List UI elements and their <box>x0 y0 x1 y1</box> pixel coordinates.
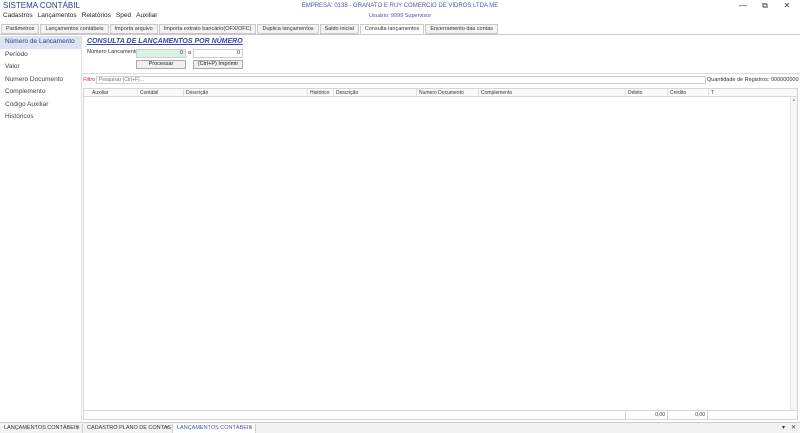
close-tab-icon[interactable]: × <box>76 424 79 433</box>
col-historico[interactable]: Histórico <box>307 89 333 97</box>
close-tab-icon[interactable]: × <box>249 424 252 433</box>
col-contabil[interactable]: Contábil <box>137 89 183 97</box>
numero-from-input[interactable]: 0 <box>136 49 186 58</box>
sidebar-item-periodo[interactable]: Período <box>0 49 81 62</box>
tab-parametros[interactable]: Parâmetros <box>1 24 40 34</box>
sidebar-item-codigo-auxiliar[interactable]: Código Auxiliar <box>0 99 81 112</box>
bottom-tab-label: LANÇAMENTOS CONTÁBEIS <box>177 425 253 431</box>
process-button[interactable]: Processar <box>136 60 186 69</box>
numero-to-input[interactable]: 0 <box>193 49 243 58</box>
bottom-tab-bar: LANÇAMENTOS CONTÁBEIS × CADASTRO PLANO D… <box>0 422 800 433</box>
menu-relatorios[interactable]: Relatórios <box>82 12 111 19</box>
range-separator: a <box>188 50 192 56</box>
grid-header: Auxiliar Contábil Descrição Histórico De… <box>84 89 797 97</box>
print-button[interactable]: (Ctrl+P) Imprimir <box>193 60 243 69</box>
close-tab-icon[interactable]: × <box>166 424 169 433</box>
restore-icon[interactable]: ⧉ <box>760 1 770 11</box>
sidebar-item-historicos[interactable]: Históricos <box>0 111 81 124</box>
tab-consulta-lancamentos[interactable]: Consulta lançamentos <box>359 24 425 34</box>
company-name: EMPRESA: 0138 - GRANATO E RUY COMERCIO D… <box>301 3 499 9</box>
menu-cadastros[interactable]: Cadastros <box>3 12 33 19</box>
bottom-tab-label: CADASTRO PLANO DE CONTAS <box>87 425 171 431</box>
menu-auxiliar[interactable]: Auxiliar <box>136 12 157 19</box>
total-debit: 0,00 <box>625 411 667 419</box>
col-descricao-historico[interactable]: Descrição <box>333 89 416 97</box>
tab-saldo-inicial[interactable]: Saldo inicial <box>319 24 359 34</box>
results-grid[interactable]: Auxiliar Contábil Descrição Histórico De… <box>83 88 798 420</box>
sidebar-item-complemento[interactable]: Complemento <box>0 86 81 99</box>
sidebar-item-numero-documento[interactable]: Numero Documento <box>0 74 81 87</box>
title-bar: SISTEMA CONTÁBIL EMPRESA: 0138 - GRANATO… <box>0 0 800 11</box>
sidebar-item-valor[interactable]: Valor <box>0 61 81 74</box>
sidebar: Número de Lancamento Período Valor Numer… <box>0 36 82 421</box>
tabs-divider <box>0 34 800 35</box>
col-credito[interactable]: Crédito <box>667 89 708 97</box>
tab-duplica-lancamentos[interactable]: Duplica lançamentos <box>257 24 319 34</box>
filter-input[interactable] <box>96 76 706 84</box>
bottom-tab-lancamentos-1[interactable]: LANÇAMENTOS CONTÁBEIS × <box>0 424 83 433</box>
grid-totals-row: 0,00 0,00 <box>84 410 797 419</box>
col-complemento[interactable]: Complemento <box>478 89 625 97</box>
numero-lancamento-label: Número Lancamento: <box>87 49 140 55</box>
bottom-controls: ▾ ✕ <box>782 424 796 433</box>
tab-importa-arquivo[interactable]: Importa arquivo <box>109 24 158 34</box>
col-descricao-conta[interactable]: Descrição <box>183 89 307 97</box>
bottom-tab-label: LANÇAMENTOS CONTÁBEIS <box>4 425 80 431</box>
col-auxiliar[interactable]: Auxiliar <box>90 89 137 97</box>
tab-lancamentos-contabeis[interactable]: Lançamentos contábeis <box>40 24 109 34</box>
col-tipo[interactable]: T <box>708 89 792 97</box>
tab-encerramento-contas[interactable]: Encerramento das contas <box>425 24 499 34</box>
menu-sped[interactable]: Sped <box>116 12 131 19</box>
window-controls: — ⧉ ✕ <box>738 1 792 11</box>
record-count-label: Quantidade de Registros: <box>707 77 770 83</box>
vertical-scrollbar[interactable]: ▲ <box>790 97 797 411</box>
close-icon[interactable]: ✕ <box>791 424 796 433</box>
total-credit: 0,00 <box>667 411 708 419</box>
tab-strip: Parâmetros Lançamentos contábeis Importa… <box>1 24 499 34</box>
menu-lancamentos[interactable]: Lançamentos <box>38 12 77 19</box>
section-title: CONSULTA DE LANÇAMENTOS POR NÚMERO <box>87 38 243 45</box>
record-count-value: 000000000 <box>771 77 799 83</box>
sidebar-item-numero-lancamento[interactable]: Número de Lancamento <box>0 36 81 49</box>
chevron-down-icon[interactable]: ▾ <box>782 424 785 433</box>
tab-importa-extrato[interactable]: Importa extrato bancário(OFX/OFC) <box>158 24 257 34</box>
col-debito[interactable]: Débito <box>625 89 667 97</box>
close-icon[interactable]: ✕ <box>782 1 792 11</box>
bottom-tab-lancamentos-2[interactable]: LANÇAMENTOS CONTÁBEIS × <box>173 424 256 433</box>
bottom-tab-plano-contas[interactable]: CADASTRO PLANO DE CONTAS × <box>83 424 173 433</box>
minimize-icon[interactable]: — <box>738 1 748 11</box>
form-divider <box>82 73 800 74</box>
filter-label: Filtro <box>83 77 96 83</box>
col-numero-documento[interactable]: Numero Documento <box>416 89 478 97</box>
menu-bar: Cadastros Lançamentos Relatórios Sped Au… <box>3 12 157 19</box>
scroll-up-icon[interactable]: ▲ <box>791 97 797 102</box>
